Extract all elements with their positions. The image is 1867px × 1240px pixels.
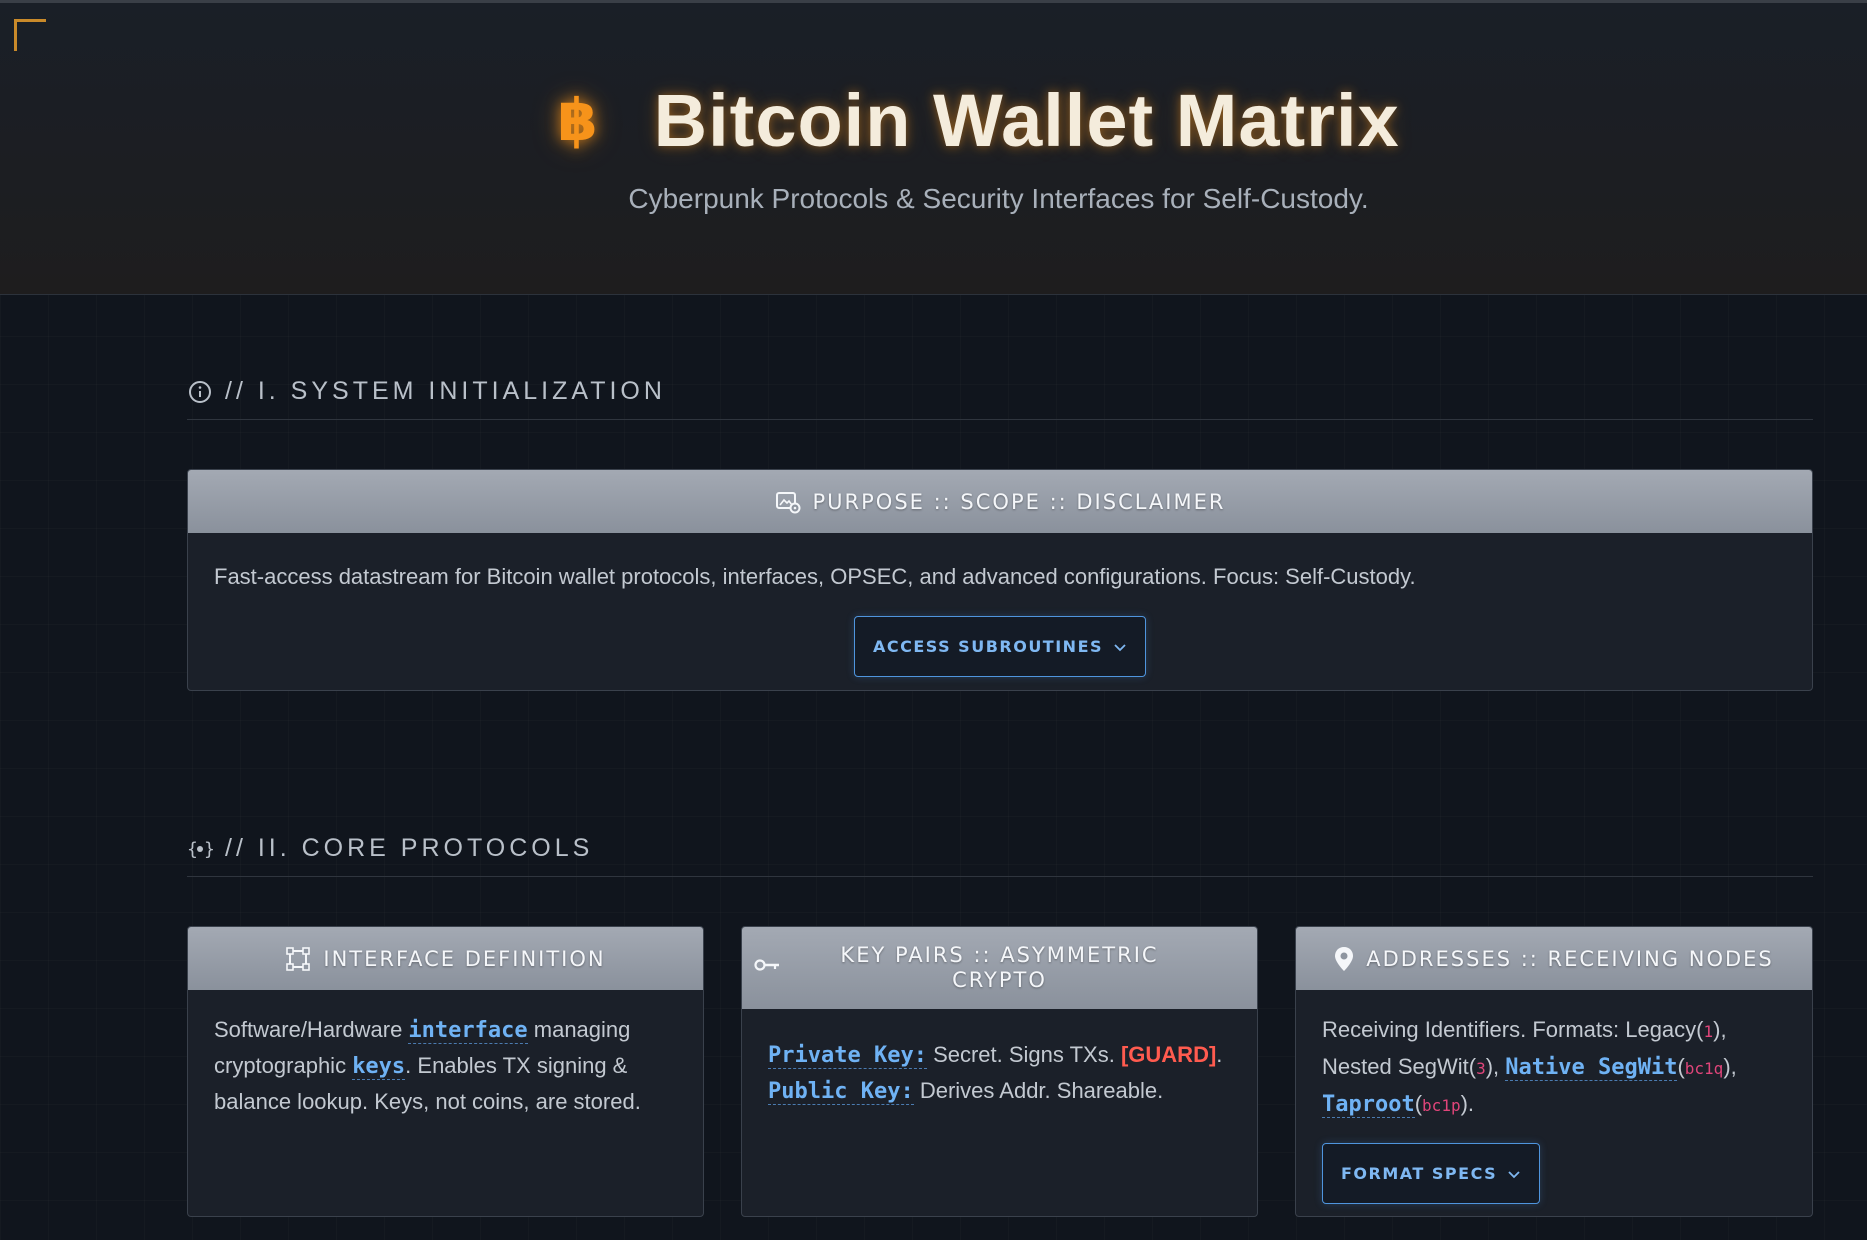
taproot-prefix: bc1p [1422, 1096, 1461, 1115]
chevron-down-icon [1507, 1169, 1521, 1179]
text-fragment: ). [1460, 1091, 1475, 1116]
text-fragment: . [1216, 1042, 1223, 1067]
purpose-text: Fast-access datastream for Bitcoin walle… [214, 564, 1416, 589]
legacy-prefix: 1 [1703, 1022, 1714, 1041]
public-key-term[interactable]: Public Key: [768, 1079, 914, 1105]
bitcoin-icon: ฿ [557, 86, 598, 154]
card-heading: INTERFACE DEFINITION [323, 946, 606, 971]
access-subroutines-button[interactable]: ACCESS SUBROUTINES [853, 616, 1147, 677]
key-icon [754, 957, 782, 973]
frame-corners-icon [285, 946, 311, 972]
native-segwit-prefix: bc1q [1684, 1059, 1724, 1078]
key-pairs-card: KEY PAIRS :: ASYMMETRIC CRYPTO Private K… [741, 926, 1258, 1217]
text-fragment: Software/Hardware [214, 1017, 409, 1042]
chevron-down-icon [1113, 642, 1127, 652]
text-fragment: ( [1414, 1091, 1423, 1116]
format-specs-button[interactable]: FORMAT SPECS [1322, 1143, 1541, 1204]
purpose-card: PURPOSE :: SCOPE :: DISCLAIMER Fast-acce… [187, 469, 1813, 691]
card-body: Software/Hardware interface managing cry… [188, 990, 703, 1141]
button-label: ACCESS SUBROUTINES [872, 637, 1104, 656]
card-body: Fast-access datastream for Bitcoin walle… [188, 533, 1812, 690]
corner-bracket-decoration [14, 19, 46, 51]
section-title: // II. CORE PROTOCOLS [225, 834, 594, 862]
section-core-protocols: {} // II. CORE PROTOCOLS [187, 821, 1813, 877]
guard-badge: [GUARD] [1120, 1042, 1217, 1067]
section-system-initialization: // I. SYSTEM INITIALIZATION [187, 364, 1813, 420]
native-segwit-term[interactable]: Native SegWit [1505, 1055, 1678, 1081]
taproot-term[interactable]: Taproot [1322, 1092, 1415, 1118]
private-key-term[interactable]: Private Key: [768, 1043, 927, 1069]
section-title: // I. SYSTEM INITIALIZATION [225, 377, 666, 405]
card-heading: KEY PAIRS :: ASYMMETRIC CRYPTO [840, 943, 1159, 992]
text-fragment: ( [1677, 1054, 1685, 1079]
card-header: ADDRESSES :: RECEIVING NODES [1296, 927, 1812, 990]
text-fragment: Derives Addr. Shareable. [913, 1078, 1164, 1103]
text-fragment: ), [1723, 1054, 1737, 1079]
button-label: FORMAT SPECS [1341, 1164, 1498, 1183]
keys-term-link[interactable]: keys [352, 1054, 406, 1080]
page-title: Bitcoin Wallet Matrix [653, 78, 1400, 162]
card-body: Receiving Identifiers. Formats: Legacy(1… [1296, 990, 1812, 1216]
button-row: FORMAT SPECS [1322, 1143, 1786, 1204]
interface-definition-card: INTERFACE DEFINITION Software/Hardware i… [187, 926, 704, 1217]
addresses-card: ADDRESSES :: RECEIVING NODES Receiving I… [1295, 926, 1813, 1217]
svg-text:{: { [187, 839, 198, 860]
text-fragment: ), [1485, 1054, 1506, 1079]
card-heading: PURPOSE :: SCOPE :: DISCLAIMER [812, 489, 1226, 514]
interface-term-link[interactable]: interface [408, 1018, 528, 1044]
info-icon [187, 379, 213, 405]
svg-text:}: } [204, 839, 213, 860]
card-body: Private Key: Secret. Signs TXs. [GUARD].… [742, 1009, 1257, 1131]
addresses-text: Receiving Identifiers. Formats: Legacy(1… [1322, 1012, 1786, 1123]
button-row: ACCESS SUBROUTINES [214, 616, 1786, 677]
card-header: INTERFACE DEFINITION [188, 927, 703, 990]
card-heading: ADDRESSES :: RECEIVING NODES [1366, 946, 1774, 971]
page-subtitle: Cyberpunk Protocols & Security Interface… [628, 183, 1369, 214]
text-fragment: Receiving Identifiers. Formats: Legacy( [1322, 1017, 1704, 1042]
image-settings-icon [775, 490, 801, 514]
title-row: ฿ Bitcoin Wallet Matrix [0, 75, 1867, 165]
card-header: KEY PAIRS :: ASYMMETRIC CRYPTO [742, 927, 1257, 1009]
nested-segwit-prefix: 3 [1476, 1059, 1486, 1078]
location-pin-icon [1334, 946, 1354, 972]
text-fragment: Secret. Signs TXs. [926, 1042, 1121, 1067]
code-braces-icon: {} [187, 836, 213, 862]
card-header: PURPOSE :: SCOPE :: DISCLAIMER [188, 470, 1812, 533]
page-header: ฿ Bitcoin Wallet Matrix Cyberpunk Protoc… [0, 3, 1867, 295]
